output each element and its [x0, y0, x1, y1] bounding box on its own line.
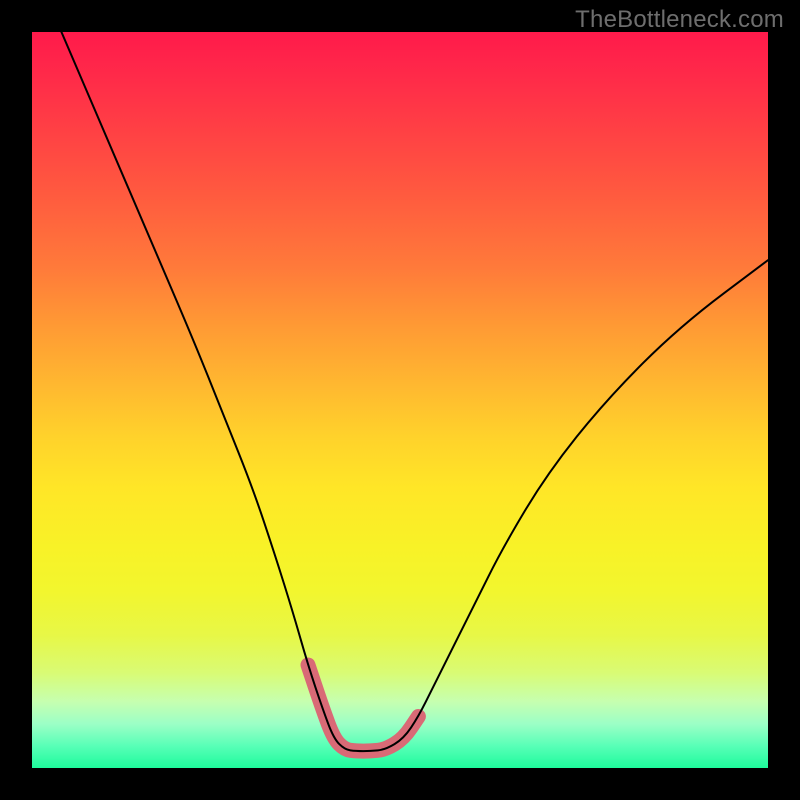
plot-area: [32, 32, 768, 768]
curve-layer: [32, 32, 768, 768]
bottleneck-curve: [61, 32, 768, 751]
chart-stage: TheBottleneck.com: [0, 0, 800, 800]
watermark-text: TheBottleneck.com: [575, 6, 784, 34]
